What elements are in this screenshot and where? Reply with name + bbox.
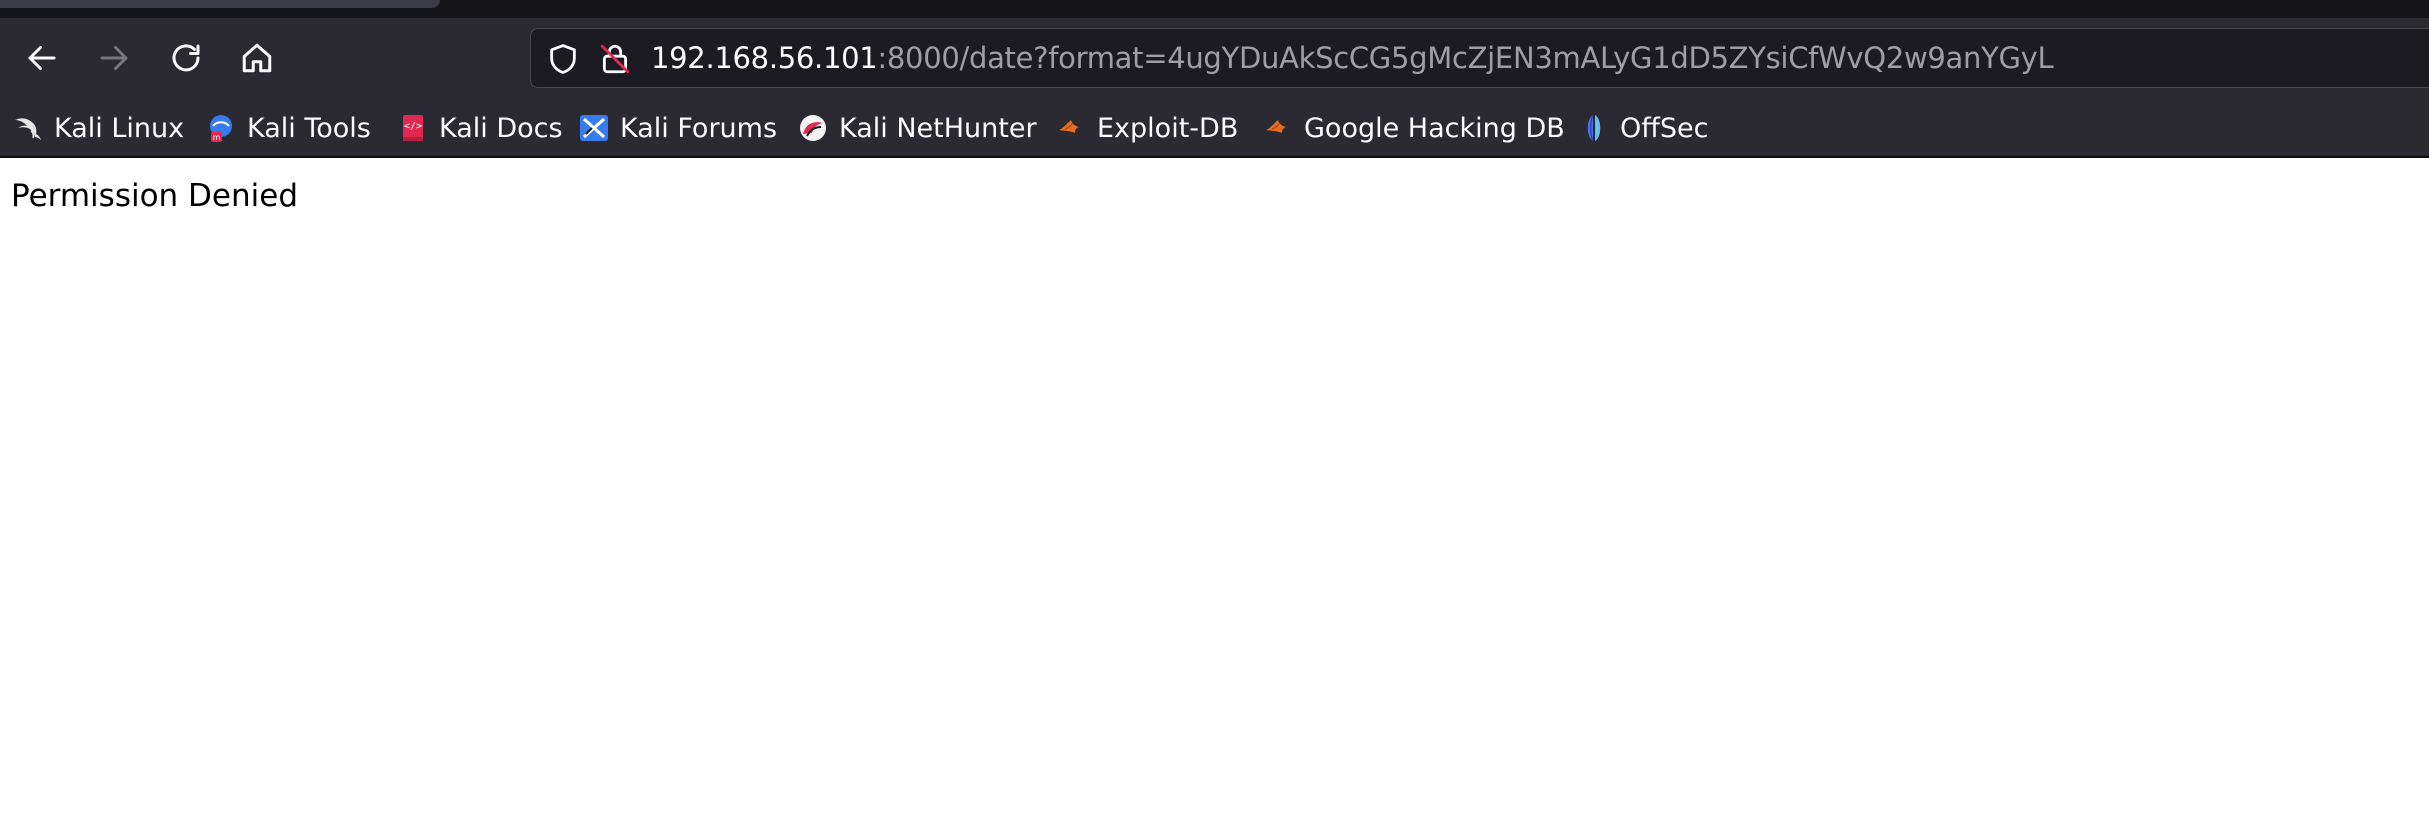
svg-text:</>: </> [404,121,422,132]
exploit-db-icon [1055,112,1087,144]
permission-denied-message: Permission Denied [11,178,299,214]
url-text[interactable]: 192.168.56.101:8000/date?format=4ugYDuAk… [651,29,2054,87]
back-button[interactable] [14,34,70,82]
bookmark-label: Kali Docs [439,112,563,144]
arrow-right-icon [100,46,128,70]
bookmark-label: Kali Forums [620,112,778,144]
tracking-protection-button[interactable] [543,39,583,79]
bookmark-label: Kali NetHunter [839,112,1037,144]
shield-icon [550,44,576,74]
offsec-icon [1578,112,1610,144]
bookmark-offsec[interactable]: OffSec [1578,106,1708,150]
url-path: :8000/date?format=4ugYDuAkScCG5gMcZjEN3m… [877,41,2054,75]
kali-dragon-icon [12,112,44,144]
bookmark-kali-linux[interactable]: Kali Linux [12,106,184,150]
bookmark-kali-nethunter[interactable]: Kali NetHunter [797,106,1037,150]
bookmark-kali-docs[interactable]: </> Kali Docs [397,106,563,150]
bookmark-exploit-db[interactable]: Exploit-DB [1055,106,1238,150]
navigation-toolbar: 192.168.56.101:8000/date?format=4ugYDuAk… [0,18,2429,98]
nethunter-icon [797,112,829,144]
ghdb-icon [1262,112,1294,144]
page-content: Permission Denied [0,158,2429,825]
svg-text:m: m [213,133,221,142]
insecure-lock-icon [600,44,630,74]
reload-button[interactable] [158,34,214,82]
bookmark-label: Kali Linux [54,112,185,144]
reload-icon [172,44,200,72]
arrow-left-icon [28,46,56,70]
bookmarks-toolbar: Kali Linux m Kali Tools </> Kali Docs Ka… [0,98,2429,158]
kali-docs-icon: </> [397,112,429,144]
bookmark-kali-tools[interactable]: m Kali Tools [205,106,371,150]
tab-strip [0,0,2429,18]
site-security-button[interactable] [595,39,635,79]
bookmark-label: Google Hacking DB [1304,112,1565,144]
bookmark-label: Exploit-DB [1097,112,1239,144]
forward-button[interactable] [86,34,142,82]
url-host: 192.168.56.101 [651,41,878,75]
home-icon [242,43,272,73]
address-bar[interactable]: 192.168.56.101:8000/date?format=4ugYDuAk… [530,28,2429,88]
bookmark-google-hacking-db[interactable]: Google Hacking DB [1262,106,1565,150]
bookmark-kali-forums[interactable]: Kali Forums [578,106,777,150]
kali-forums-icon [578,112,610,144]
home-button[interactable] [229,34,285,82]
active-tab-edge[interactable] [0,0,440,8]
bookmark-label: OffSec [1620,112,1709,144]
bookmark-label: Kali Tools [247,112,371,144]
kali-tools-icon: m [205,112,237,144]
